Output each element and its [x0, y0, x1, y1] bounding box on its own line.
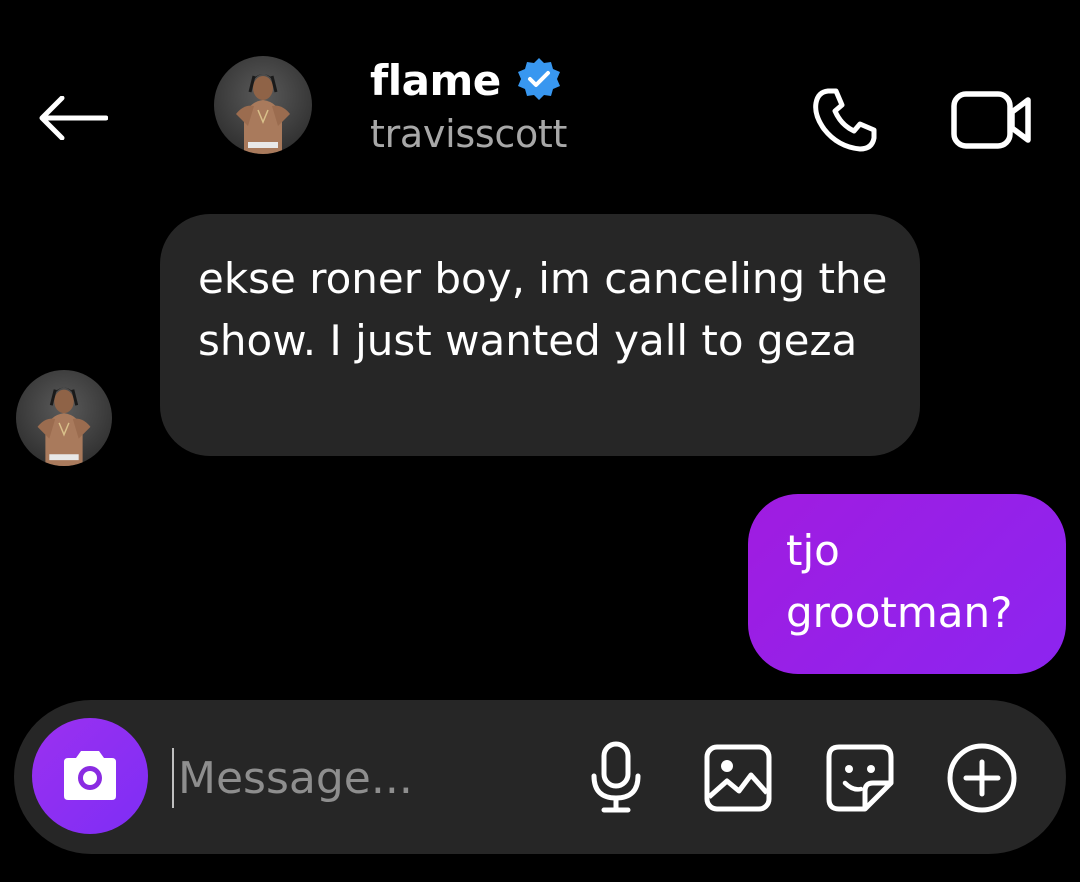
camera-button[interactable]	[32, 718, 148, 834]
back-button[interactable]	[30, 88, 114, 148]
outgoing-message-bubble[interactable]: tjo grootman?	[748, 494, 1066, 674]
message-text: tjo grootman?	[786, 526, 1013, 637]
video-camera-icon	[951, 91, 1031, 149]
avatar-image	[214, 56, 312, 154]
message-text: ekse roner boy, im canceling the show. I…	[198, 254, 888, 365]
direct-message-thread: flame travisscott ekse roner boy, im can…	[0, 0, 1080, 882]
contact-title[interactable]: flame	[370, 54, 563, 106]
voice-message-button[interactable]	[578, 740, 654, 816]
verified-badge-icon	[515, 56, 563, 104]
microphone-icon	[591, 741, 641, 813]
sticker-button[interactable]	[822, 740, 898, 816]
avatar-image	[16, 370, 112, 466]
video-call-button[interactable]	[942, 80, 1042, 160]
sender-avatar[interactable]	[16, 370, 112, 466]
phone-icon	[813, 88, 877, 152]
gallery-button[interactable]	[700, 740, 776, 816]
more-options-button[interactable]	[944, 740, 1020, 816]
incoming-message-bubble[interactable]: ekse roner boy, im canceling the show. I…	[160, 214, 920, 456]
audio-call-button[interactable]	[800, 80, 890, 160]
contact-name: flame	[370, 55, 501, 105]
contact-username: travisscott	[370, 112, 568, 156]
contact-avatar[interactable]	[214, 56, 312, 154]
arrow-left-icon	[39, 96, 108, 140]
plus-circle-icon	[947, 743, 1017, 813]
image-icon	[704, 744, 772, 812]
camera-icon	[64, 751, 116, 800]
sticker-icon	[826, 744, 894, 812]
message-input[interactable]	[172, 748, 558, 808]
